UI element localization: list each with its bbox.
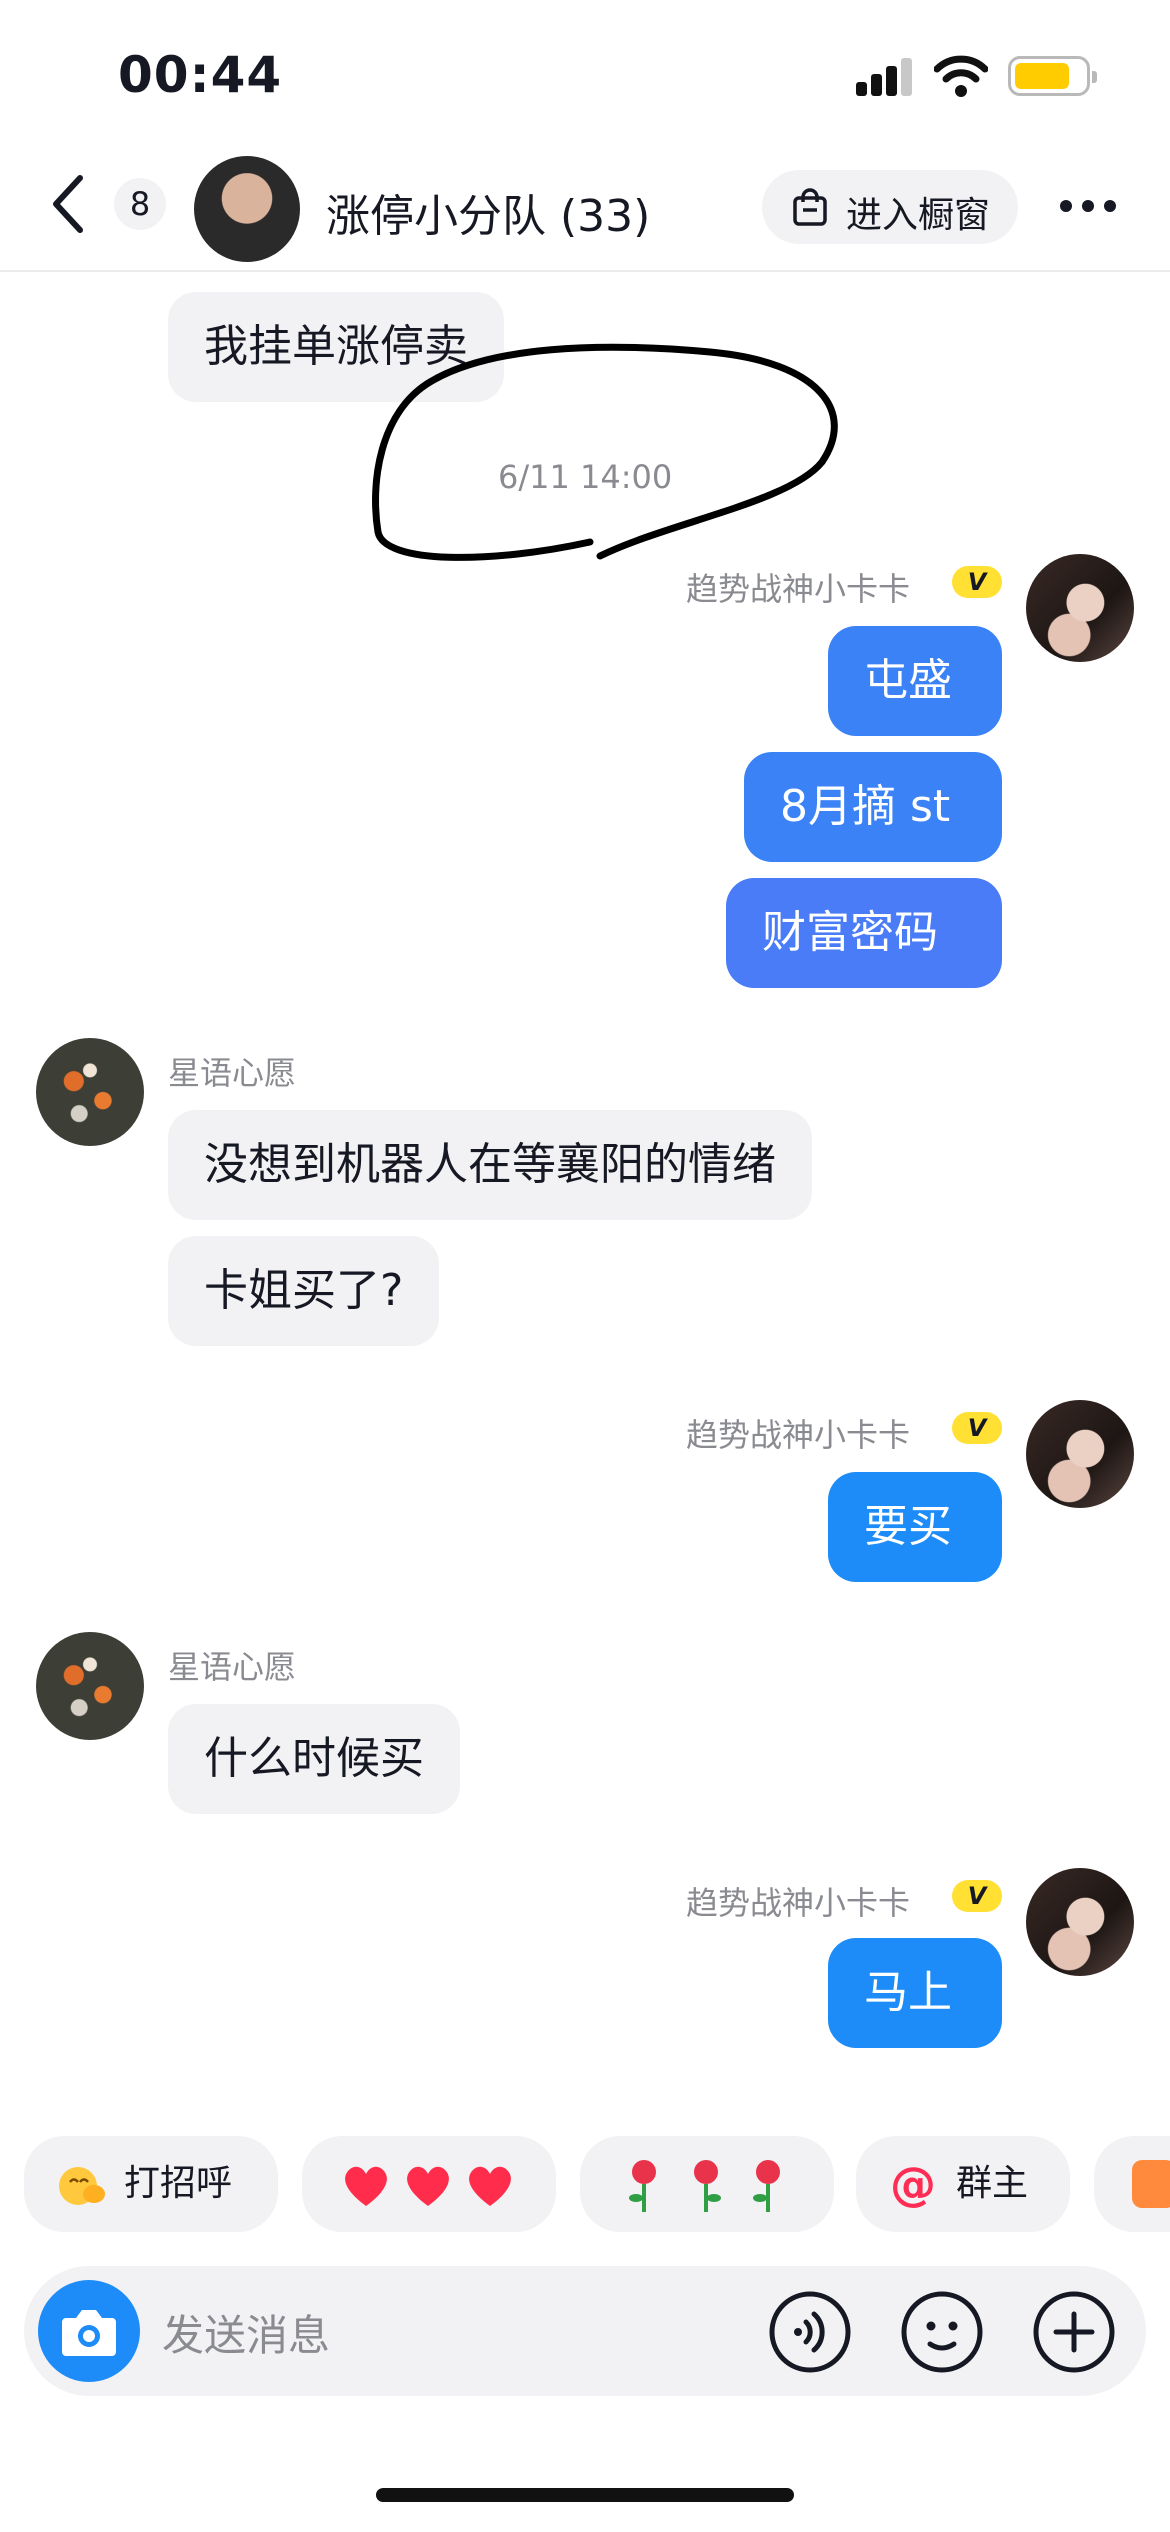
heart-icon [407,2166,449,2206]
more-options-icon[interactable] [1060,194,1120,218]
back-chevron-icon[interactable] [44,172,94,236]
heart-icon [469,2166,511,2206]
camera-button[interactable] [38,2280,140,2382]
shopping-bag-icon [793,188,827,226]
message-bubble[interactable]: 没想到机器人在等襄阳的情绪 [168,1110,812,1220]
message-list[interactable]: 我挂单涨停卖 6/11 14:00 趋势战神小卡卡 V 屯盛 8月摘 st 财富… [0,272,1170,2072]
message-bubble[interactable]: 财富密码 [726,878,1002,988]
quick-reply-label: 打招呼 [124,2163,233,2204]
avatar[interactable] [1026,1868,1134,1976]
quick-reply-label: 群主 [956,2163,1029,2204]
quick-reply-roses[interactable] [580,2136,834,2232]
gift-emoji-icon [1132,2160,1170,2208]
camera-icon [62,2310,116,2356]
rose-icon [629,2160,656,2212]
chat-header: 8 涨停小分队 (33) 进入橱窗 [0,150,1170,272]
verified-badge-icon: V [952,1880,1002,1912]
at-sign-icon: @ [890,2157,936,2211]
unread-count-badge[interactable]: 8 [114,178,166,230]
quick-reply-greet[interactable]: 打招呼 [24,2136,278,2232]
sender-name: 趋势战神小卡卡 [686,1416,911,1454]
message-input[interactable]: 发送消息 [162,2302,330,2363]
sender-name: 趋势战神小卡卡 [686,570,911,608]
cellular-signal-icon [856,58,914,96]
waving-emoji-icon [59,2167,105,2205]
message-bubble[interactable]: 什么时候买 [168,1704,460,1814]
group-title[interactable]: 涨停小分队 (33) [326,180,650,244]
quick-reply-at-owner[interactable]: @ 群主 [856,2136,1070,2232]
message-composer[interactable]: 发送消息 [24,2266,1146,2396]
sender-name: 星语心愿 [168,1054,297,1092]
sender-name: 星语心愿 [168,1648,297,1686]
message-bubble[interactable]: 屯盛 [828,626,1002,736]
status-bar: 00:44 [0,0,1170,150]
avatar[interactable] [36,1038,144,1146]
battery-icon [1008,56,1097,96]
shop-window-label: 进入橱窗 [846,195,991,236]
hand-drawn-circle [372,343,838,561]
shop-window-button[interactable]: 进入橱窗 [762,170,1018,244]
message-bubble[interactable]: 卡姐买了? [168,1236,440,1346]
verified-badge-icon: V [952,566,1002,598]
sender-name: 趋势战神小卡卡 [686,1884,911,1922]
quick-reply-bar[interactable]: 打招呼 @ 群主 [0,2136,1170,2246]
message-bubble[interactable]: 要买 [828,1472,1002,1582]
quick-reply-hearts[interactable] [302,2136,556,2232]
rose-icon [753,2160,780,2212]
rose-icon [694,2160,721,2212]
quick-reply-more[interactable] [1094,2136,1170,2232]
voice-icon[interactable] [768,2290,852,2374]
avatar[interactable] [1026,554,1134,662]
message-timestamp: 6/11 14:00 [498,458,673,496]
heart-icon [345,2166,387,2206]
message-bubble[interactable]: 8月摘 st [744,752,1002,862]
plus-icon[interactable] [1032,2290,1116,2374]
home-indicator[interactable] [376,2488,794,2502]
status-time: 00:44 [118,46,283,104]
verified-badge-icon: V [952,1412,1002,1444]
emoji-icon[interactable] [900,2290,984,2374]
avatar[interactable] [1026,1400,1134,1508]
message-bubble[interactable]: 马上 [828,1938,1002,2048]
group-avatar[interactable] [194,156,300,262]
avatar[interactable] [36,1632,144,1740]
wifi-icon [934,55,988,97]
